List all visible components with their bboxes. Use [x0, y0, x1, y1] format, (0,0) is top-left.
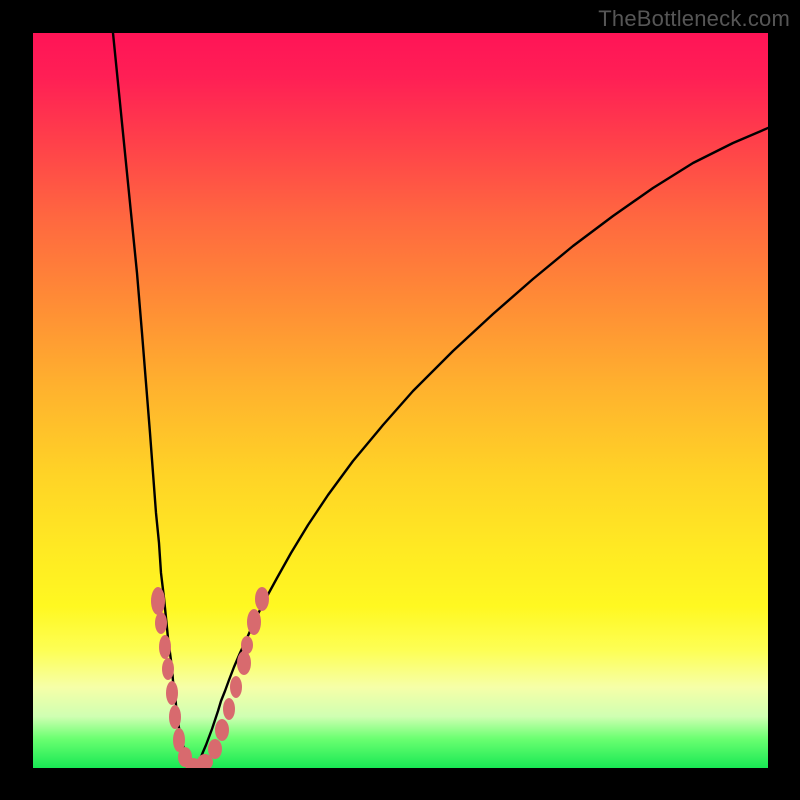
highlight-beads [151, 587, 269, 768]
chart-frame: TheBottleneck.com [0, 0, 800, 800]
curve-left-branch [113, 33, 191, 766]
plot-area [33, 33, 768, 768]
bead-marker [230, 676, 242, 698]
bead-marker [155, 612, 167, 634]
bead-marker [215, 719, 229, 741]
bead-marker [162, 658, 174, 680]
bead-marker [151, 587, 165, 615]
bead-marker [159, 635, 171, 659]
bead-marker [169, 705, 181, 729]
bead-marker [241, 636, 253, 654]
bead-marker [223, 698, 235, 720]
bead-marker [247, 609, 261, 635]
bead-marker [255, 587, 269, 611]
bottleneck-curve [113, 33, 768, 766]
bead-marker [208, 739, 222, 759]
curve-layer [33, 33, 768, 768]
bead-marker [166, 681, 178, 705]
curve-right-branch [195, 128, 768, 766]
bead-marker [237, 651, 251, 675]
watermark-text: TheBottleneck.com [598, 6, 790, 32]
